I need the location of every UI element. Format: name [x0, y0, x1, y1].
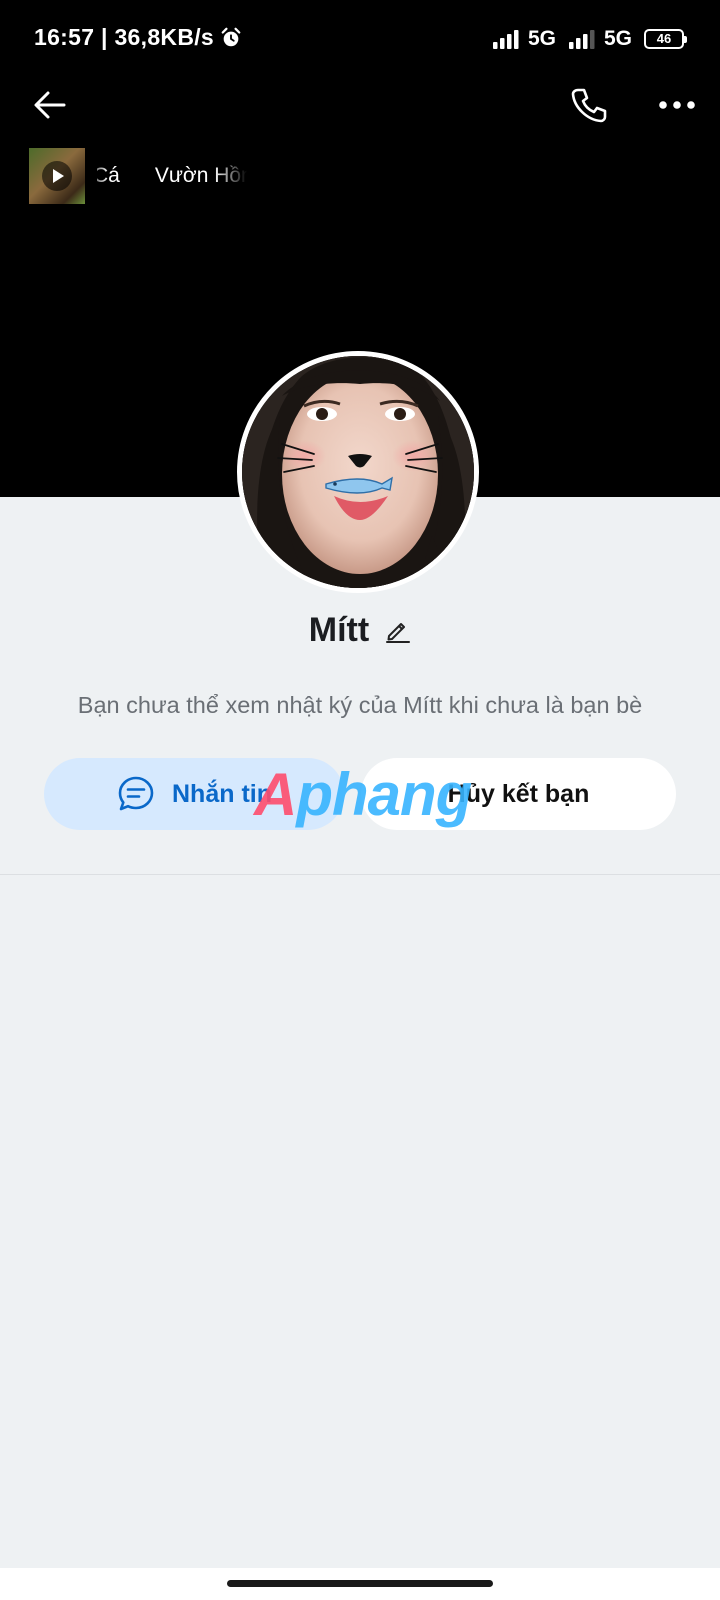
pencil-edit-icon[interactable]: [385, 617, 411, 643]
home-indicator[interactable]: [227, 1580, 493, 1587]
profile-music[interactable]: Cá Vườn Hồng: [29, 148, 247, 204]
profile-name-row: Mítt: [0, 605, 720, 655]
section-divider: [0, 874, 720, 875]
chat-bubble-icon: [118, 776, 154, 811]
avatar[interactable]: [237, 351, 479, 593]
top-bar: [0, 80, 720, 130]
signal-bars-icon: [568, 30, 595, 49]
more-horizontal-icon[interactable]: [658, 85, 696, 125]
signal-bars-icon: [492, 30, 519, 49]
music-title-marquee: Cá Vườn Hồng: [97, 164, 247, 188]
unfriend-label: Hủy kết bạn: [447, 779, 590, 808]
phone-icon[interactable]: [568, 84, 610, 126]
music-thumbnail: [29, 148, 85, 204]
status-right: 5G 5G 46: [492, 27, 687, 51]
play-icon: [42, 161, 72, 191]
diary-restriction-notice: Bạn chưa thể xem nhật ký của Mítt khi ch…: [77, 692, 643, 718]
music-title: Cá Vườn Hồng: [97, 164, 247, 187]
avatar-photo: [242, 356, 474, 588]
alarm-clock-icon: [221, 27, 241, 46]
profile-name: Mítt: [308, 610, 370, 649]
network-type-2: 5G: [603, 27, 632, 50]
status-bar: 16:57 | 36,8KB/s 5G 5G 46: [0, 18, 720, 64]
unfriend-button[interactable]: Hủy kết bạn: [361, 758, 676, 830]
status-left: 16:57 | 36,8KB/s: [34, 24, 242, 51]
battery-icon: 46: [644, 29, 687, 49]
status-time-speed: 16:57 | 36,8KB/s: [34, 24, 215, 50]
arrow-left-icon[interactable]: [30, 85, 70, 125]
send-message-label: Nhắn tin: [172, 779, 272, 808]
send-message-button[interactable]: Nhắn tin: [44, 758, 344, 830]
network-type-1: 5G: [527, 27, 556, 50]
